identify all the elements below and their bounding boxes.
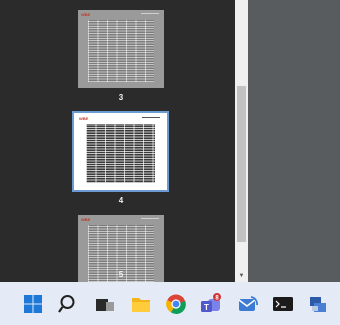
page-number-3: 3 [118,93,124,102]
thumbnail-table [88,20,154,82]
taskbar: T8 [0,282,340,325]
thumbnail-logo: WBE [79,116,89,121]
app-icon[interactable] [307,293,329,315]
scroll-down-arrow-icon[interactable]: ▼ [235,270,248,282]
svg-text:T: T [204,303,209,312]
page-thumbnail-pane: WBE 3 WBE 4 WBE 5 [0,0,235,282]
teams-icon[interactable]: T8 [200,293,222,315]
search-icon[interactable] [58,293,80,315]
page-thumbnail-4[interactable]: WBE [76,114,165,189]
terminal-icon[interactable] [272,293,294,315]
task-view-icon[interactable] [94,293,116,315]
vertical-scrollbar[interactable]: ▼ [235,0,248,282]
page-thumbnail-3[interactable]: WBE [78,10,164,88]
windows-start-icon[interactable] [22,293,44,315]
thumbnail-logo: WBE [81,217,91,222]
page-number-4: 4 [118,196,124,205]
page-number-5: 5 [118,270,124,279]
thumbnail-logo: WBE [81,12,91,17]
thumbnail-table [86,124,155,183]
scrollbar-thumb[interactable] [237,86,246,242]
chrome-icon[interactable] [165,293,187,315]
document-view-pane [248,0,340,282]
mail-icon[interactable] [237,293,259,315]
file-explorer-icon[interactable] [130,293,152,315]
